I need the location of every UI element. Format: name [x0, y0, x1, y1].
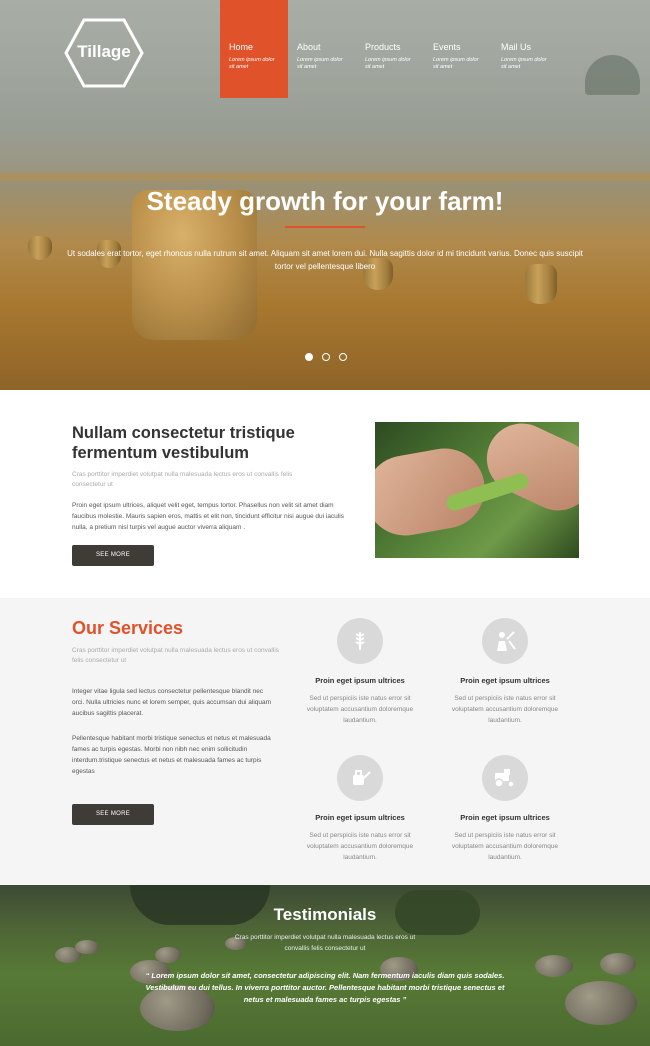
- nav-sublabel: Lorem ipsum dolor sit amet: [501, 57, 547, 70]
- service-card: Proin eget ipsum ultrices Sed ut perspic…: [440, 618, 570, 726]
- field-horizon: [0, 170, 650, 184]
- service-card: Proin eget ipsum ultrices Sed ut perspic…: [295, 755, 425, 863]
- farmer-icon: [482, 618, 528, 664]
- service-card-text: Sed ut perspiciis iste natus error sit v…: [451, 695, 559, 724]
- service-card: Proin eget ipsum ultrices Sed ut perspic…: [295, 618, 425, 726]
- slider-dot-active[interactable]: [305, 353, 313, 361]
- hero-title-pre: Steady: [146, 186, 240, 216]
- pea-pod-photo: [375, 422, 579, 558]
- watering-can-icon: [337, 755, 383, 801]
- nav-label: Events: [433, 42, 461, 52]
- hero-divider: [285, 226, 365, 228]
- service-card-title: Proin eget ipsum ultrices: [460, 813, 550, 822]
- hero-title-post: for your farm!: [325, 186, 504, 216]
- main-nav: Home Lorem ipsum dolor sit amet About Lo…: [220, 0, 560, 98]
- hay-bale: [28, 236, 52, 260]
- service-card-title: Proin eget ipsum ultrices: [315, 676, 405, 685]
- about-subtitle: Cras porttitor imperdiet volutpat nulla …: [72, 471, 293, 488]
- wheat-icon: [337, 618, 383, 664]
- nav-item-events[interactable]: Events Lorem ipsum dolor sit amet: [424, 0, 492, 98]
- nav-label: Products: [365, 42, 401, 52]
- hand-shape: [475, 422, 579, 522]
- about-title: Nullam consectetur tristique fermentum v…: [72, 424, 295, 462]
- services-paragraph: Pellentesque habitant morbi tristique se…: [72, 735, 271, 775]
- about-body: Proin eget ipsum ultrices, aliquet velit…: [72, 502, 344, 531]
- tractor-icon: [482, 755, 528, 801]
- nav-item-products[interactable]: Products Lorem ipsum dolor sit amet: [356, 0, 424, 98]
- service-card-title: Proin eget ipsum ultrices: [460, 676, 550, 685]
- nav-label: About: [297, 42, 321, 52]
- nav-label: Home: [229, 42, 254, 52]
- nav-sublabel: Lorem ipsum dolor sit amet: [365, 57, 411, 70]
- logo[interactable]: Tillage: [64, 18, 144, 88]
- hero-title: Steady growth for your farm!: [0, 186, 650, 217]
- slider-dot[interactable]: [322, 353, 330, 361]
- about-section: Nullam consectetur tristique fermentum v…: [0, 390, 650, 598]
- hay-roll: [535, 955, 573, 977]
- testimonials-subtitle: Cras porttitor imperdiet volutpat nulla …: [234, 934, 416, 952]
- services-see-more-button[interactable]: SEE MORE: [72, 804, 154, 825]
- nav-sublabel: Lorem ipsum dolor sit amet: [433, 57, 479, 70]
- testimonials-title: Testimonials: [273, 905, 377, 924]
- service-card-text: Sed ut perspiciis iste natus error sit v…: [451, 832, 559, 861]
- service-card-text: Sed ut perspiciis iste natus error sit v…: [306, 832, 414, 861]
- hay-roll: [565, 981, 637, 1025]
- testimonials-section: Testimonials Cras porttitor imperdiet vo…: [0, 885, 650, 1046]
- hero-title-strong: growth: [239, 186, 326, 216]
- services-subtitle: Cras porttitor imperdiet volutpat nulla …: [72, 647, 280, 664]
- nav-item-about[interactable]: About Lorem ipsum dolor sit amet: [288, 0, 356, 98]
- nav-item-mail-us[interactable]: Mail Us Lorem ipsum dolor sit amet: [492, 0, 560, 98]
- about-see-more-button[interactable]: SEE MORE: [72, 545, 154, 566]
- slider-dots: [305, 353, 347, 361]
- testimonial-quote: “ Lorem ipsum dolor sit amet, consectetu…: [145, 971, 505, 1004]
- service-card-text: Sed ut perspiciis iste natus error sit v…: [306, 695, 414, 724]
- services-title: Our Services: [72, 618, 184, 638]
- logo-text: Tillage: [77, 42, 131, 61]
- hay-roll: [75, 940, 99, 954]
- nav-sublabel: Lorem ipsum dolor sit amet: [297, 57, 343, 70]
- hero-banner: Tillage Home Lorem ipsum dolor sit amet …: [0, 0, 650, 390]
- nav-item-home[interactable]: Home Lorem ipsum dolor sit amet: [220, 0, 288, 98]
- nav-sublabel: Lorem ipsum dolor sit amet: [229, 57, 275, 70]
- hero-text: Ut sodales erat tortor, eget rhoncus nul…: [67, 249, 583, 271]
- hay-roll: [600, 953, 636, 975]
- service-card-title: Proin eget ipsum ultrices: [315, 813, 405, 822]
- services-section: Our Services Cras porttitor imperdiet vo…: [0, 598, 650, 885]
- services-paragraph: Integer vitae ligula sed lectus consecte…: [72, 688, 272, 717]
- slider-dot[interactable]: [339, 353, 347, 361]
- service-card: Proin eget ipsum ultrices Sed ut perspic…: [440, 755, 570, 863]
- nav-label: Mail Us: [501, 42, 532, 52]
